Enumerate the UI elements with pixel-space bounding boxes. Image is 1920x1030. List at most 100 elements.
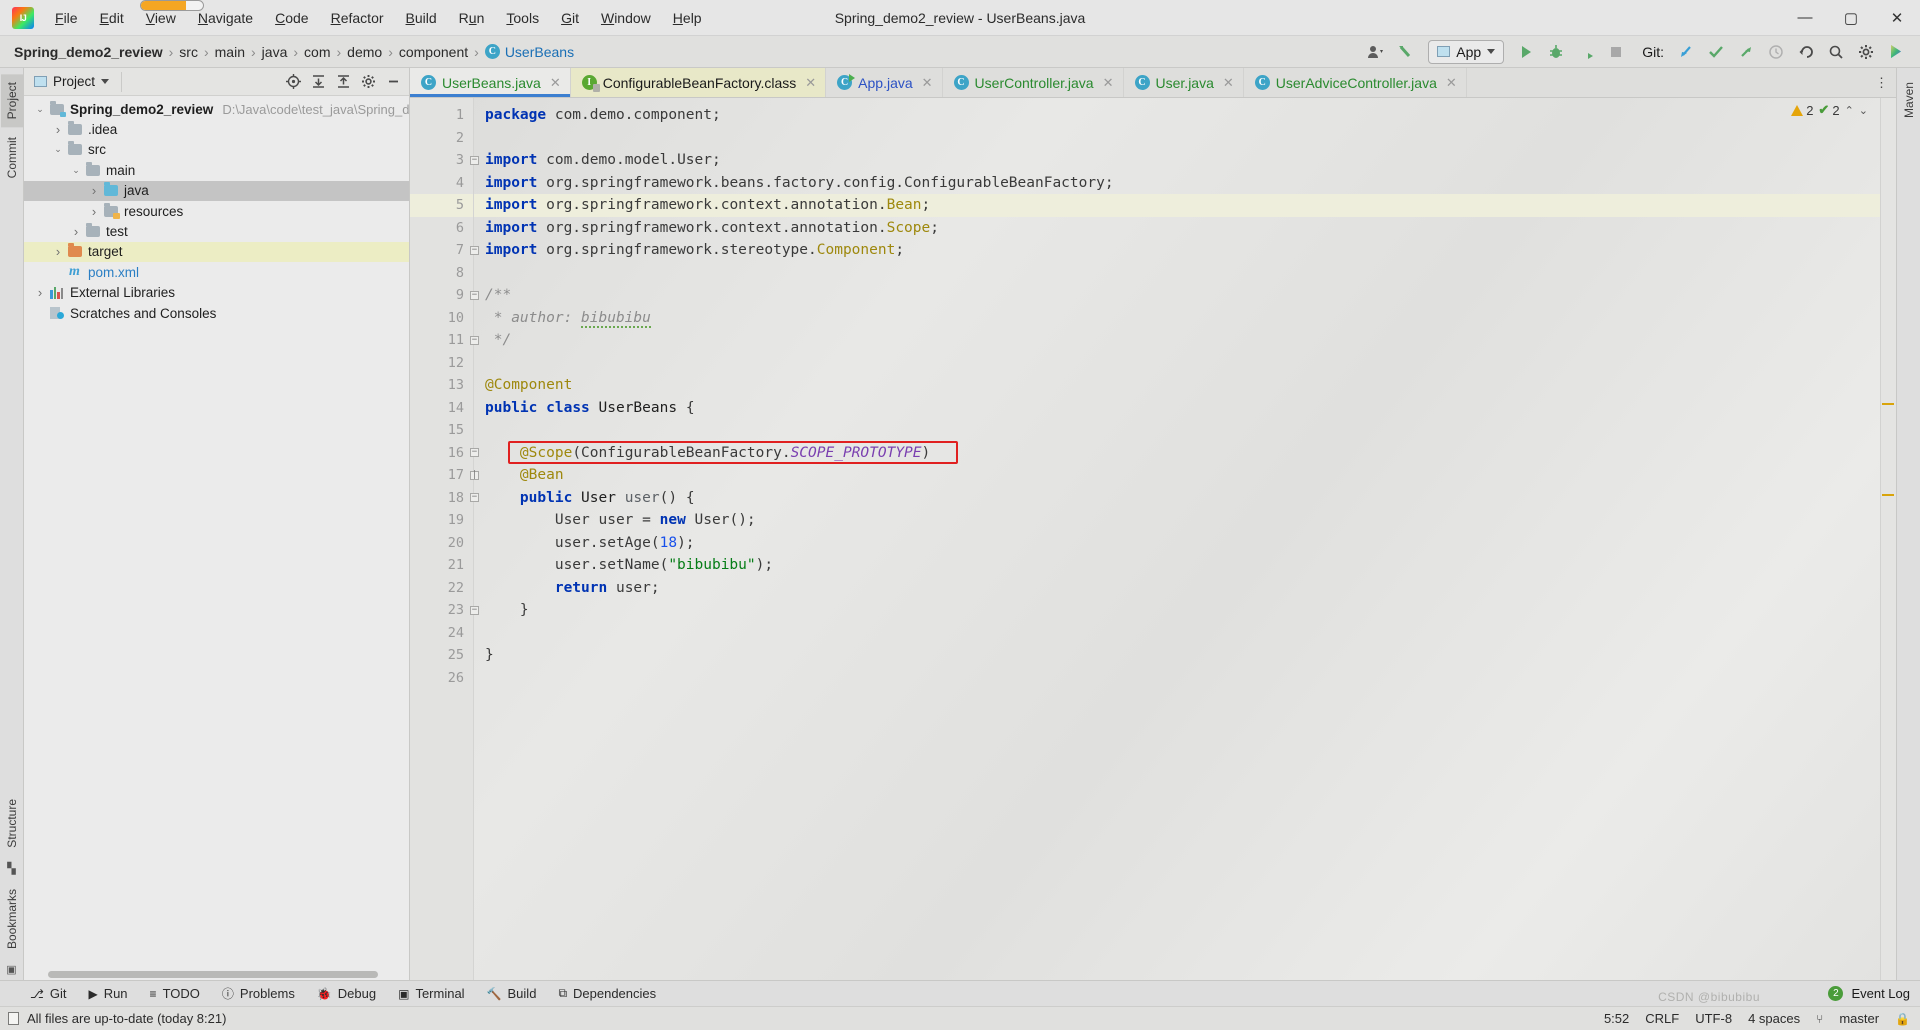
inspection-widget[interactable]: 2 ✔ 2 ⌃ ⌄ bbox=[1791, 102, 1868, 118]
code-line[interactable]: user.setAge(18); bbox=[474, 532, 1880, 555]
search-icon[interactable] bbox=[1822, 39, 1850, 65]
code-line[interactable]: import com.demo.model.User; bbox=[474, 149, 1880, 172]
tool-window-button-debug[interactable]: 🐞 Debug bbox=[307, 984, 386, 1003]
chevron-right-icon[interactable]: › bbox=[86, 204, 102, 219]
breadcrumb-item-component[interactable]: component bbox=[395, 42, 472, 62]
tool-window-button-terminal[interactable]: ▣ Terminal bbox=[388, 984, 474, 1003]
line-number[interactable]: 13 bbox=[410, 374, 473, 397]
chevron-right-icon[interactable]: › bbox=[32, 285, 48, 300]
git-rollback-icon[interactable] bbox=[1792, 39, 1820, 65]
git-branch-label[interactable]: master bbox=[1839, 1011, 1879, 1026]
code-line[interactable] bbox=[474, 127, 1880, 150]
hide-panel-icon[interactable] bbox=[381, 70, 405, 94]
line-number-gutter[interactable]: 1 2 3−4 5 6 7−8 9−10 11−12 13 14 15 16−17 | 18−19 20 21… bbox=[410, 98, 479, 980]
tool-window-button-todo[interactable]: ≡ TODO bbox=[140, 984, 210, 1003]
code-line[interactable]: import org.springframework.context.annot… bbox=[474, 217, 1880, 240]
line-number[interactable]: 1 bbox=[410, 104, 473, 127]
line-number[interactable]: 4 bbox=[410, 172, 473, 195]
menu-item-edit[interactable]: Edit bbox=[89, 5, 135, 31]
file-encoding[interactable]: UTF-8 bbox=[1695, 1011, 1732, 1026]
warning-group[interactable]: 2 bbox=[1791, 103, 1813, 118]
code-line[interactable]: return user; bbox=[474, 577, 1880, 600]
line-number[interactable]: 20 bbox=[410, 532, 473, 555]
rail-tab-structure[interactable]: Structure bbox=[1, 791, 23, 856]
stripe-marker[interactable] bbox=[1882, 494, 1894, 496]
select-opened-file-icon[interactable] bbox=[281, 70, 305, 94]
minimize-button[interactable]: — bbox=[1782, 0, 1828, 36]
code-content[interactable]: package com.demo.component; import com.d… bbox=[474, 98, 1880, 980]
ide-assistant-icon[interactable] bbox=[1882, 39, 1910, 65]
line-number[interactable]: 19 bbox=[410, 509, 473, 532]
git-push-icon[interactable] bbox=[1732, 39, 1760, 65]
tree-node-scratches-and-consoles[interactable]: Scratches and Consoles bbox=[24, 303, 409, 323]
menu-item-file[interactable]: File bbox=[44, 5, 89, 31]
line-number[interactable]: 2 bbox=[410, 127, 473, 150]
editor-tab-user-java[interactable]: C User.java ✕ bbox=[1124, 68, 1244, 97]
line-number[interactable]: 6 bbox=[410, 217, 473, 240]
line-number[interactable]: 10 bbox=[410, 307, 473, 330]
chevron-right-icon[interactable]: › bbox=[50, 244, 66, 259]
tab-list-menu-icon[interactable]: ⋮ bbox=[1867, 68, 1896, 97]
code-line[interactable] bbox=[474, 419, 1880, 442]
code-line[interactable]: /** bbox=[474, 284, 1880, 307]
code-line[interactable] bbox=[474, 262, 1880, 285]
line-number[interactable]: 21 bbox=[410, 554, 473, 577]
chevron-down-icon[interactable]: ⌄ bbox=[32, 104, 48, 115]
breadcrumb-item-java[interactable]: java bbox=[258, 42, 292, 62]
run-icon[interactable] bbox=[1512, 39, 1540, 65]
debug-icon[interactable] bbox=[1542, 39, 1570, 65]
breadcrumb-item-spring-demo2-review[interactable]: Spring_demo2_review bbox=[10, 42, 167, 62]
project-panel-title-group[interactable]: Project bbox=[28, 74, 117, 89]
vcs-user-icon[interactable] bbox=[1362, 39, 1390, 65]
menu-item-tools[interactable]: Tools bbox=[495, 5, 550, 31]
chevron-down-icon[interactable]: ⌄ bbox=[68, 165, 84, 176]
close-button[interactable]: ✕ bbox=[1874, 0, 1920, 36]
code-line[interactable]: * author: bibubibu bbox=[474, 307, 1880, 330]
editor-tab-app-java[interactable]: C App.java ✕ bbox=[826, 68, 943, 97]
close-icon[interactable]: ✕ bbox=[1446, 75, 1457, 91]
tool-window-button-build[interactable]: 🔨 Build bbox=[477, 984, 547, 1003]
line-number[interactable]: 5 bbox=[410, 194, 473, 217]
line-number[interactable]: 25 bbox=[410, 644, 473, 667]
maximize-button[interactable]: ▢ bbox=[1828, 0, 1874, 36]
event-log-group[interactable]: 2 Event Log bbox=[1828, 986, 1920, 1001]
code-line[interactable]: @Bean bbox=[474, 464, 1880, 487]
rail-tab-bookmarks[interactable]: Bookmarks bbox=[1, 881, 23, 957]
tree-node-pom-xml[interactable]: m pom.xml bbox=[24, 262, 409, 282]
line-number[interactable]: 3− bbox=[410, 149, 479, 172]
next-problem-icon[interactable]: ⌄ bbox=[1859, 104, 1868, 117]
stop-icon[interactable] bbox=[1602, 39, 1630, 65]
code-line[interactable]: } bbox=[474, 599, 1880, 622]
editor-tab-userbeans-java[interactable]: C UserBeans.java ✕ bbox=[410, 68, 571, 97]
check-group[interactable]: ✔ 2 bbox=[1818, 102, 1839, 118]
tree-node-target[interactable]: › target bbox=[24, 241, 409, 263]
chevron-right-icon[interactable]: › bbox=[86, 183, 102, 198]
line-number[interactable]: 26 bbox=[410, 667, 473, 690]
tree-node-java[interactable]: › java bbox=[24, 180, 409, 201]
line-number[interactable]: 17 | bbox=[410, 464, 479, 487]
event-log-label[interactable]: Event Log bbox=[1851, 986, 1910, 1001]
run-coverage-icon[interactable] bbox=[1572, 39, 1600, 65]
tree-node--idea[interactable]: › .idea bbox=[24, 119, 409, 139]
chevron-right-icon[interactable]: › bbox=[50, 122, 66, 137]
code-line[interactable]: public class UserBeans { bbox=[474, 397, 1880, 420]
code-line[interactable]: } bbox=[474, 644, 1880, 667]
collapse-all-icon[interactable] bbox=[331, 70, 355, 94]
menu-item-code[interactable]: Code bbox=[264, 5, 319, 31]
close-icon[interactable]: ✕ bbox=[1223, 75, 1234, 91]
code-line[interactable]: User user = new User(); bbox=[474, 509, 1880, 532]
project-horizontal-scrollbar[interactable] bbox=[48, 971, 378, 978]
code-line[interactable]: @Scope(ConfigurableBeanFactory.SCOPE_PRO… bbox=[474, 442, 1880, 465]
tree-node-main[interactable]: ⌄ main bbox=[24, 160, 409, 180]
caret-position[interactable]: 5:52 bbox=[1604, 1011, 1629, 1026]
tool-window-button-run[interactable]: ▶ Run bbox=[78, 984, 137, 1003]
breadcrumb-item-com[interactable]: com bbox=[300, 42, 334, 62]
code-line[interactable] bbox=[474, 622, 1880, 645]
close-icon[interactable]: ✕ bbox=[1103, 75, 1114, 91]
tree-node-src[interactable]: ⌄ src bbox=[24, 140, 409, 160]
line-number[interactable]: 23− bbox=[410, 599, 479, 622]
tree-node-spring-demo2-review[interactable]: ⌄ Spring_demo2_review D:\Java\code\test_ja… bbox=[24, 99, 409, 119]
build-hammer-icon[interactable] bbox=[1392, 39, 1420, 65]
rail-tab-commit[interactable]: Commit bbox=[1, 129, 23, 186]
indent-setting[interactable]: 4 spaces bbox=[1748, 1011, 1800, 1026]
